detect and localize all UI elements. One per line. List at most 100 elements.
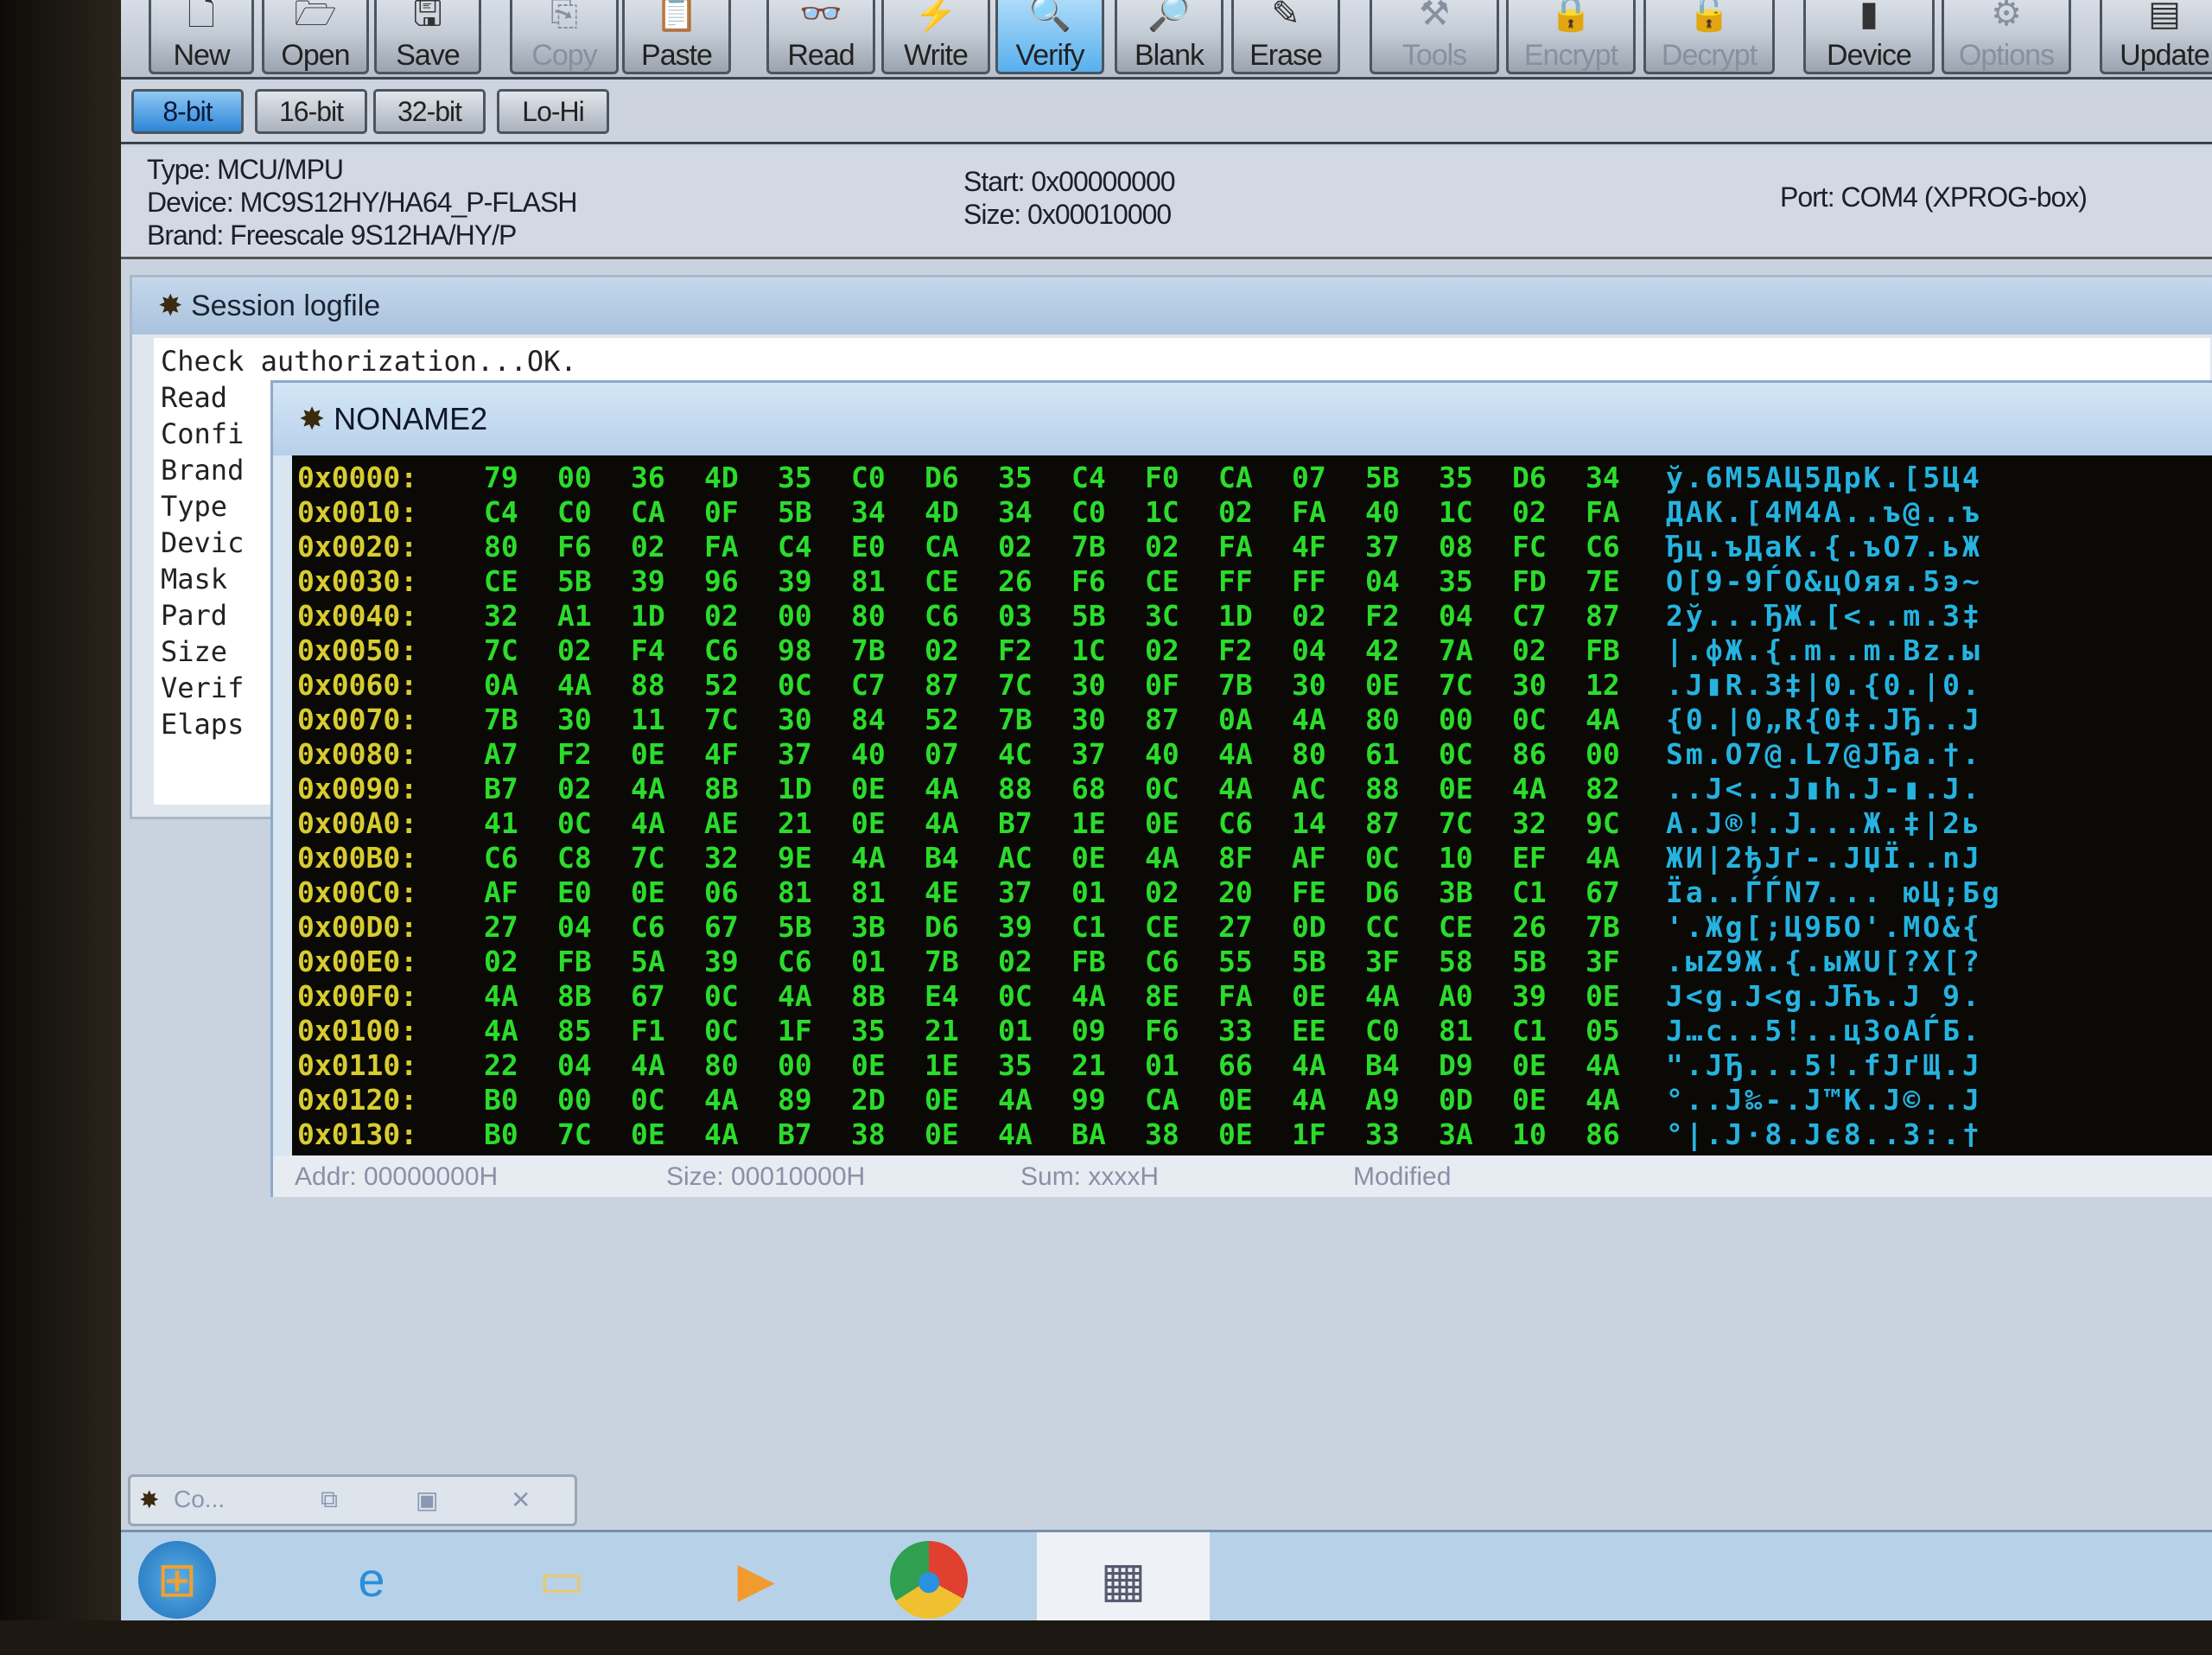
hex-byte[interactable]: FA [1218, 530, 1253, 563]
hex-byte[interactable]: 4A [851, 841, 886, 875]
hex-byte[interactable]: 0E [1365, 668, 1400, 702]
hex-byte[interactable]: 4A [1586, 703, 1620, 736]
hex-byte[interactable]: 0E [1292, 979, 1326, 1013]
hex-byte[interactable]: 21 [925, 1014, 959, 1047]
hex-byte[interactable]: 8F [1218, 841, 1253, 875]
hex-byte[interactable]: 10 [1439, 841, 1473, 875]
hex-byte[interactable]: 0E [1218, 1117, 1253, 1151]
hex-byte[interactable]: 4A [704, 1083, 739, 1117]
hex-byte[interactable]: C4 [484, 495, 518, 529]
hex-byte[interactable]: C6 [1145, 945, 1179, 978]
hex-byte[interactable]: D9 [1439, 1048, 1473, 1082]
hex-byte[interactable]: CA [1145, 1083, 1179, 1117]
hex-byte[interactable]: C1 [1071, 910, 1106, 944]
hex-byte[interactable]: B0 [484, 1117, 518, 1151]
hex-byte[interactable]: 1D [778, 772, 812, 805]
hex-byte[interactable]: 02 [1292, 599, 1326, 633]
hex-byte[interactable]: C1 [1512, 1014, 1547, 1047]
hex-byte[interactable]: 08 [1439, 530, 1473, 563]
hex-byte[interactable]: AC [1292, 772, 1326, 805]
hex-byte[interactable]: 4A [1218, 737, 1253, 771]
hex-byte[interactable]: 02 [1145, 875, 1179, 909]
hex-byte[interactable]: 81 [851, 564, 886, 598]
hex-byte[interactable]: 1C [1071, 633, 1106, 667]
hex-byte[interactable]: C0 [1365, 1014, 1400, 1047]
hex-byte[interactable]: CC [1365, 910, 1400, 944]
hex-byte[interactable]: 0E [1512, 1048, 1547, 1082]
ascii-text[interactable]: J…c..5!..ц3oAЃБ. [1666, 1014, 1982, 1047]
hex-byte[interactable]: 0E [1586, 979, 1620, 1013]
hex-byte[interactable]: 4A [484, 1014, 518, 1047]
hex-byte[interactable]: 0F [1145, 668, 1179, 702]
hex-byte[interactable]: 7B [998, 703, 1033, 736]
hex-byte[interactable]: 82 [1586, 772, 1620, 805]
bit-mode-lo-hi-button[interactable]: Lo-Hi [497, 89, 609, 134]
hex-byte[interactable]: B4 [925, 841, 959, 875]
ascii-text[interactable]: |.фЖ.{.m..m.Bz.ы [1666, 633, 1982, 667]
hex-byte[interactable]: 14 [1292, 806, 1326, 840]
hex-byte[interactable]: 3F [1365, 945, 1400, 978]
hex-byte[interactable]: CE [925, 564, 959, 598]
hex-byte[interactable]: 00 [557, 461, 592, 494]
hex-byte[interactable]: 67 [1586, 875, 1620, 909]
hex-byte[interactable]: 7B [1071, 530, 1106, 563]
hex-byte[interactable]: 7B [925, 945, 959, 978]
hex-byte[interactable]: 32 [484, 599, 518, 633]
hex-byte[interactable]: BA [1071, 1117, 1106, 1151]
hex-byte[interactable]: CE [484, 564, 518, 598]
hex-byte[interactable]: 32 [1512, 806, 1547, 840]
hex-byte[interactable]: 80 [704, 1048, 739, 1082]
hex-byte[interactable]: C6 [484, 841, 518, 875]
hex-byte[interactable]: 4A [557, 668, 592, 702]
ascii-text[interactable]: {0.|0„R{0‡.JЂ..J [1666, 703, 1982, 736]
hex-byte[interactable]: 96 [704, 564, 739, 598]
hex-byte[interactable]: 00 [1439, 703, 1473, 736]
hex-byte[interactable]: D6 [925, 461, 959, 494]
hex-byte[interactable]: 8B [557, 979, 592, 1013]
hex-byte[interactable]: 99 [1071, 1083, 1106, 1117]
hex-byte[interactable]: 02 [925, 633, 959, 667]
blank-button[interactable]: 🔎 Blank [1115, 0, 1224, 74]
hex-byte[interactable]: C4 [778, 530, 812, 563]
tools-button[interactable]: ⚒ Tools [1370, 0, 1499, 74]
hex-byte[interactable]: 5B [1071, 599, 1106, 633]
hex-byte[interactable]: 42 [1365, 633, 1400, 667]
hex-byte[interactable]: 01 [998, 1014, 1033, 1047]
hex-byte[interactable]: 30 [1292, 668, 1326, 702]
hex-byte[interactable]: 21 [1071, 1048, 1106, 1082]
hex-byte[interactable]: 07 [1292, 461, 1326, 494]
hex-byte[interactable]: 39 [1512, 979, 1547, 1013]
hex-byte[interactable]: A7 [484, 737, 518, 771]
hex-byte[interactable]: D6 [925, 910, 959, 944]
update-button[interactable]: ▤ Update [2100, 0, 2212, 74]
hex-dump-area[interactable]: 0x0000: 79 00 36 4D 35 C0 D6 35 C4 F0 CA 07 5B 35 D6 34 ў… [292, 455, 2212, 1155]
internet-explorer-icon[interactable]: e [333, 1541, 410, 1619]
hex-byte[interactable]: 33 [1218, 1014, 1253, 1047]
hex-byte[interactable]: 04 [1365, 564, 1400, 598]
hex-byte[interactable]: 4F [1292, 530, 1326, 563]
file-explorer-icon[interactable]: ▭ [523, 1541, 601, 1619]
hex-byte[interactable]: 0C [1365, 841, 1400, 875]
hex-byte[interactable]: 0E [925, 1117, 959, 1151]
hex-byte[interactable]: B0 [484, 1083, 518, 1117]
hex-byte[interactable]: C8 [557, 841, 592, 875]
hex-byte[interactable]: 10 [1512, 1117, 1547, 1151]
hex-byte[interactable]: 7C [484, 633, 518, 667]
hex-byte[interactable]: 79 [484, 461, 518, 494]
hex-byte[interactable]: 34 [1586, 461, 1620, 494]
hex-byte[interactable]: 4A [631, 1048, 665, 1082]
hex-byte[interactable]: F1 [631, 1014, 665, 1047]
hex-byte[interactable]: A0 [1439, 979, 1473, 1013]
erase-button[interactable]: ✎ Erase [1231, 0, 1340, 74]
bit-mode-8-bit-button[interactable]: 8-bit [131, 89, 244, 134]
hex-byte[interactable]: F0 [1145, 461, 1179, 494]
hex-byte[interactable]: 3A [1439, 1117, 1473, 1151]
hex-byte[interactable]: 84 [851, 703, 886, 736]
hex-byte[interactable]: C1 [1512, 875, 1547, 909]
ascii-text[interactable]: ".JЂ...5!.fJґЩ.J [1666, 1048, 1982, 1082]
ascii-text[interactable]: J<g.J<g.JЋъ.J 9. [1666, 979, 1982, 1013]
hex-byte[interactable]: 01 [851, 945, 886, 978]
hex-byte[interactable]: 52 [704, 668, 739, 702]
hex-byte[interactable]: 81 [1439, 1014, 1473, 1047]
hex-byte[interactable]: 0E [1218, 1083, 1253, 1117]
